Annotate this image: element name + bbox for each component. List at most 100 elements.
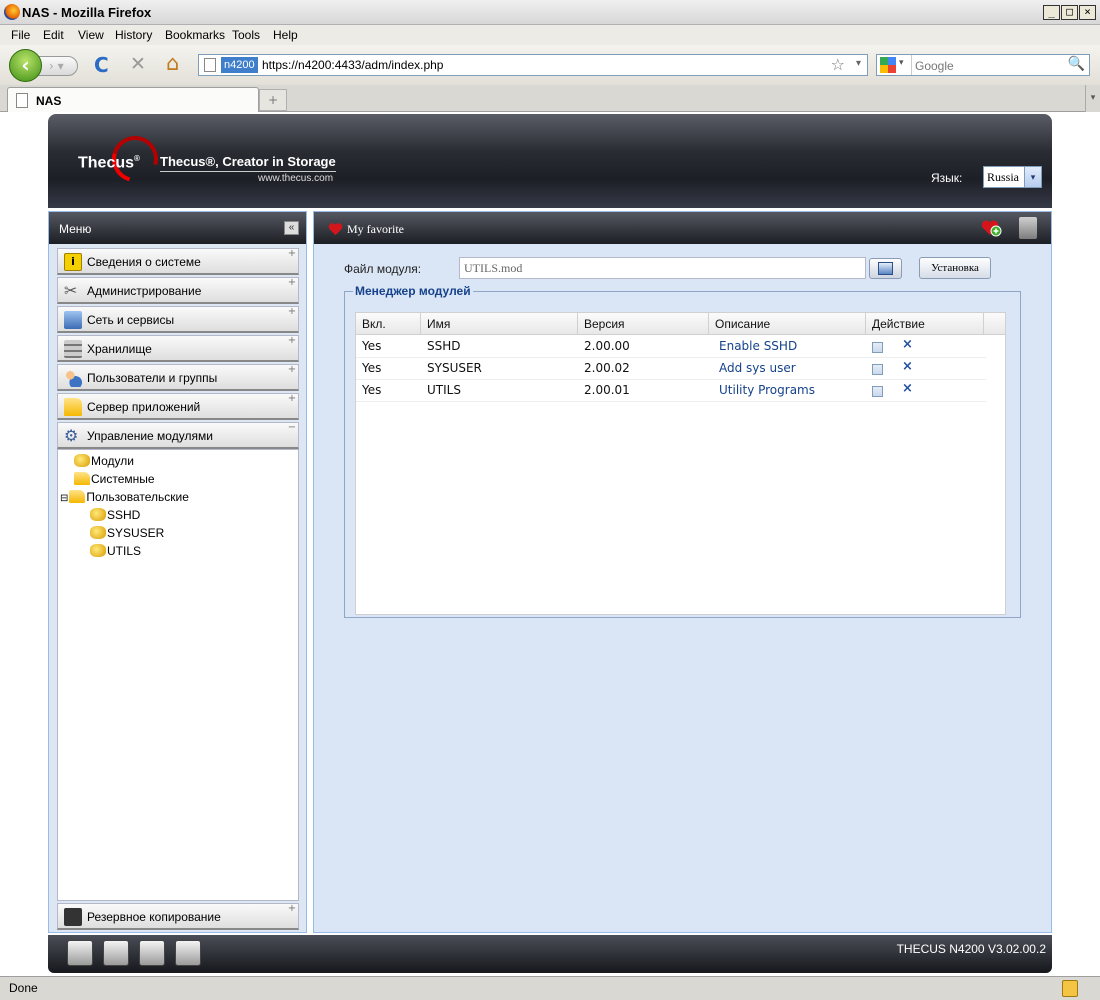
- menu-item-storage[interactable]: Хранилище +: [57, 335, 299, 362]
- delete-icon[interactable]: ×: [902, 337, 913, 352]
- delete-icon[interactable]: ×: [902, 381, 913, 396]
- language-value: Russia: [987, 170, 1020, 184]
- expand-icon[interactable]: +: [287, 904, 297, 914]
- chevron-down-icon[interactable]: ▾: [1024, 167, 1041, 187]
- tree-item-utils[interactable]: UTILS: [90, 544, 141, 558]
- google-engine-icon[interactable]: [880, 57, 896, 73]
- tab-bar: NAS +: [0, 85, 1100, 112]
- logout-icon[interactable]: [1019, 217, 1037, 239]
- tree-item-user[interactable]: ⊟ Пользовательские: [60, 490, 189, 504]
- table-row[interactable]: Yes SYSUSER 2.00.02 Add sys user ×: [356, 358, 986, 380]
- menu-file[interactable]: File: [11, 28, 30, 42]
- column-action[interactable]: Действие: [866, 313, 984, 335]
- column-name[interactable]: Имя: [421, 313, 578, 335]
- fan-icon[interactable]: [139, 940, 165, 966]
- search-bar[interactable]: ▾ Google 🔍: [876, 54, 1090, 76]
- navigation-toolbar: › ▾ ‹ C ✕ ⌂ n4200 https://n4200:4433/adm…: [0, 45, 1100, 85]
- lock-icon[interactable]: [1062, 980, 1078, 997]
- menu-view[interactable]: View: [78, 28, 104, 42]
- close-window-button[interactable]: ×: [1079, 5, 1096, 20]
- users-icon: [64, 369, 82, 387]
- tree-item-sysuser[interactable]: SYSUSER: [90, 526, 164, 540]
- column-version[interactable]: Версия: [578, 313, 709, 335]
- menu-item-administration[interactable]: ✂ Администрирование +: [57, 277, 299, 304]
- storage-icon: [64, 340, 82, 358]
- enable-checkbox[interactable]: [872, 364, 883, 375]
- expand-icon[interactable]: +: [287, 307, 297, 317]
- module-file-label: Файл модуля:: [344, 262, 422, 276]
- url-text[interactable]: https://n4200:4433/adm/index.php: [262, 58, 443, 72]
- tree-item-sshd[interactable]: SSHD: [90, 508, 140, 522]
- menu-tools[interactable]: Tools: [232, 28, 260, 42]
- tree-collapse-icon[interactable]: ⊟: [60, 493, 68, 504]
- search-input[interactable]: Google: [915, 59, 954, 73]
- cell-name: SYSUSER: [427, 361, 482, 375]
- reload-button[interactable]: C: [94, 53, 109, 77]
- disk-icon[interactable]: [103, 940, 129, 966]
- server-icon[interactable]: [67, 940, 93, 966]
- tree-item-system[interactable]: Системные: [74, 472, 155, 486]
- delete-icon[interactable]: ×: [902, 359, 913, 374]
- expand-icon[interactable]: +: [287, 365, 297, 375]
- site-identity-badge[interactable]: n4200: [221, 57, 258, 73]
- expand-icon[interactable]: +: [287, 249, 297, 259]
- language-label: Язык:: [931, 171, 963, 185]
- menu-item-system-info[interactable]: i Сведения о системе +: [57, 248, 299, 275]
- collapse-menu-button[interactable]: «: [284, 221, 299, 235]
- expand-icon[interactable]: +: [287, 394, 297, 404]
- add-favorite-icon[interactable]: [981, 218, 1003, 238]
- cell-description: Add sys user: [719, 361, 796, 375]
- page-icon: [16, 93, 28, 108]
- tab-nas[interactable]: NAS: [7, 87, 259, 112]
- menu-item-label: Администрирование: [87, 284, 202, 298]
- forward-button[interactable]: › ▾: [38, 56, 78, 76]
- menu-item-network-services[interactable]: Сеть и сервисы +: [57, 306, 299, 333]
- module-file-input[interactable]: UTILS.mod: [459, 257, 866, 279]
- new-tab-button[interactable]: +: [259, 89, 287, 111]
- enable-checkbox[interactable]: [872, 386, 883, 397]
- menu-item-app-server[interactable]: Сервер приложений +: [57, 393, 299, 420]
- cell-enabled: Yes: [362, 339, 382, 353]
- expand-icon[interactable]: +: [287, 336, 297, 346]
- menu-item-users-groups[interactable]: Пользователи и группы +: [57, 364, 299, 391]
- menu-bookmarks[interactable]: Bookmarks: [165, 28, 225, 42]
- expand-icon[interactable]: +: [287, 278, 297, 288]
- cell-description: Utility Programs: [719, 383, 815, 397]
- menu-item-module-management[interactable]: ⚙ Управление модулями −: [57, 422, 299, 449]
- collapse-icon[interactable]: −: [287, 423, 297, 433]
- website-link[interactable]: www.thecus.com: [258, 173, 333, 184]
- bookmark-star-icon[interactable]: ☆: [831, 55, 845, 74]
- window-title-bar: NAS - Mozilla Firefox _ □ ×: [0, 0, 1100, 25]
- logo-text: Thecus®: [78, 154, 140, 172]
- table-row[interactable]: Yes SSHD 2.00.00 Enable SSHD ×: [356, 336, 986, 358]
- tagline: Thecus®, Creator in Storage: [160, 154, 336, 172]
- search-icon[interactable]: 🔍: [1068, 56, 1085, 72]
- app-header: Thecus® Thecus®, Creator in Storage www.…: [48, 114, 1052, 208]
- browse-file-button[interactable]: [869, 258, 902, 279]
- menu-edit[interactable]: Edit: [43, 28, 64, 42]
- home-button[interactable]: ⌂: [166, 51, 179, 75]
- menu-help[interactable]: Help: [273, 28, 298, 42]
- column-description[interactable]: Описание: [709, 313, 866, 335]
- module-manager-fieldset: Менеджер модулей Вкл. Имя Версия Описани…: [344, 284, 1021, 618]
- install-button[interactable]: Установка: [919, 257, 991, 279]
- maximize-button[interactable]: □: [1061, 5, 1078, 20]
- tree-item-modules[interactable]: Модули: [74, 454, 134, 468]
- url-dropdown-icon[interactable]: ▾: [856, 58, 861, 69]
- minimize-button[interactable]: _: [1043, 5, 1060, 20]
- main-panel-header: My favorite: [314, 212, 1051, 244]
- firefox-icon: [4, 4, 20, 20]
- menu-item-backup[interactable]: Резервное копирование +: [57, 903, 299, 930]
- network-tree-icon[interactable]: [175, 940, 201, 966]
- menu-history[interactable]: History: [115, 28, 152, 42]
- table-row[interactable]: Yes UTILS 2.00.01 Utility Programs ×: [356, 380, 986, 402]
- folder-icon: [64, 398, 82, 416]
- back-button[interactable]: ‹: [9, 49, 42, 82]
- cell-version: 2.00.01: [584, 383, 630, 397]
- column-enabled[interactable]: Вкл.: [356, 313, 421, 335]
- stop-button[interactable]: ✕: [130, 53, 146, 75]
- url-bar[interactable]: n4200 https://n4200:4433/adm/index.php ☆…: [198, 54, 868, 76]
- tab-list-button[interactable]: ▾: [1085, 85, 1100, 112]
- language-select[interactable]: Russia ▾: [983, 166, 1042, 188]
- enable-checkbox[interactable]: [872, 342, 883, 353]
